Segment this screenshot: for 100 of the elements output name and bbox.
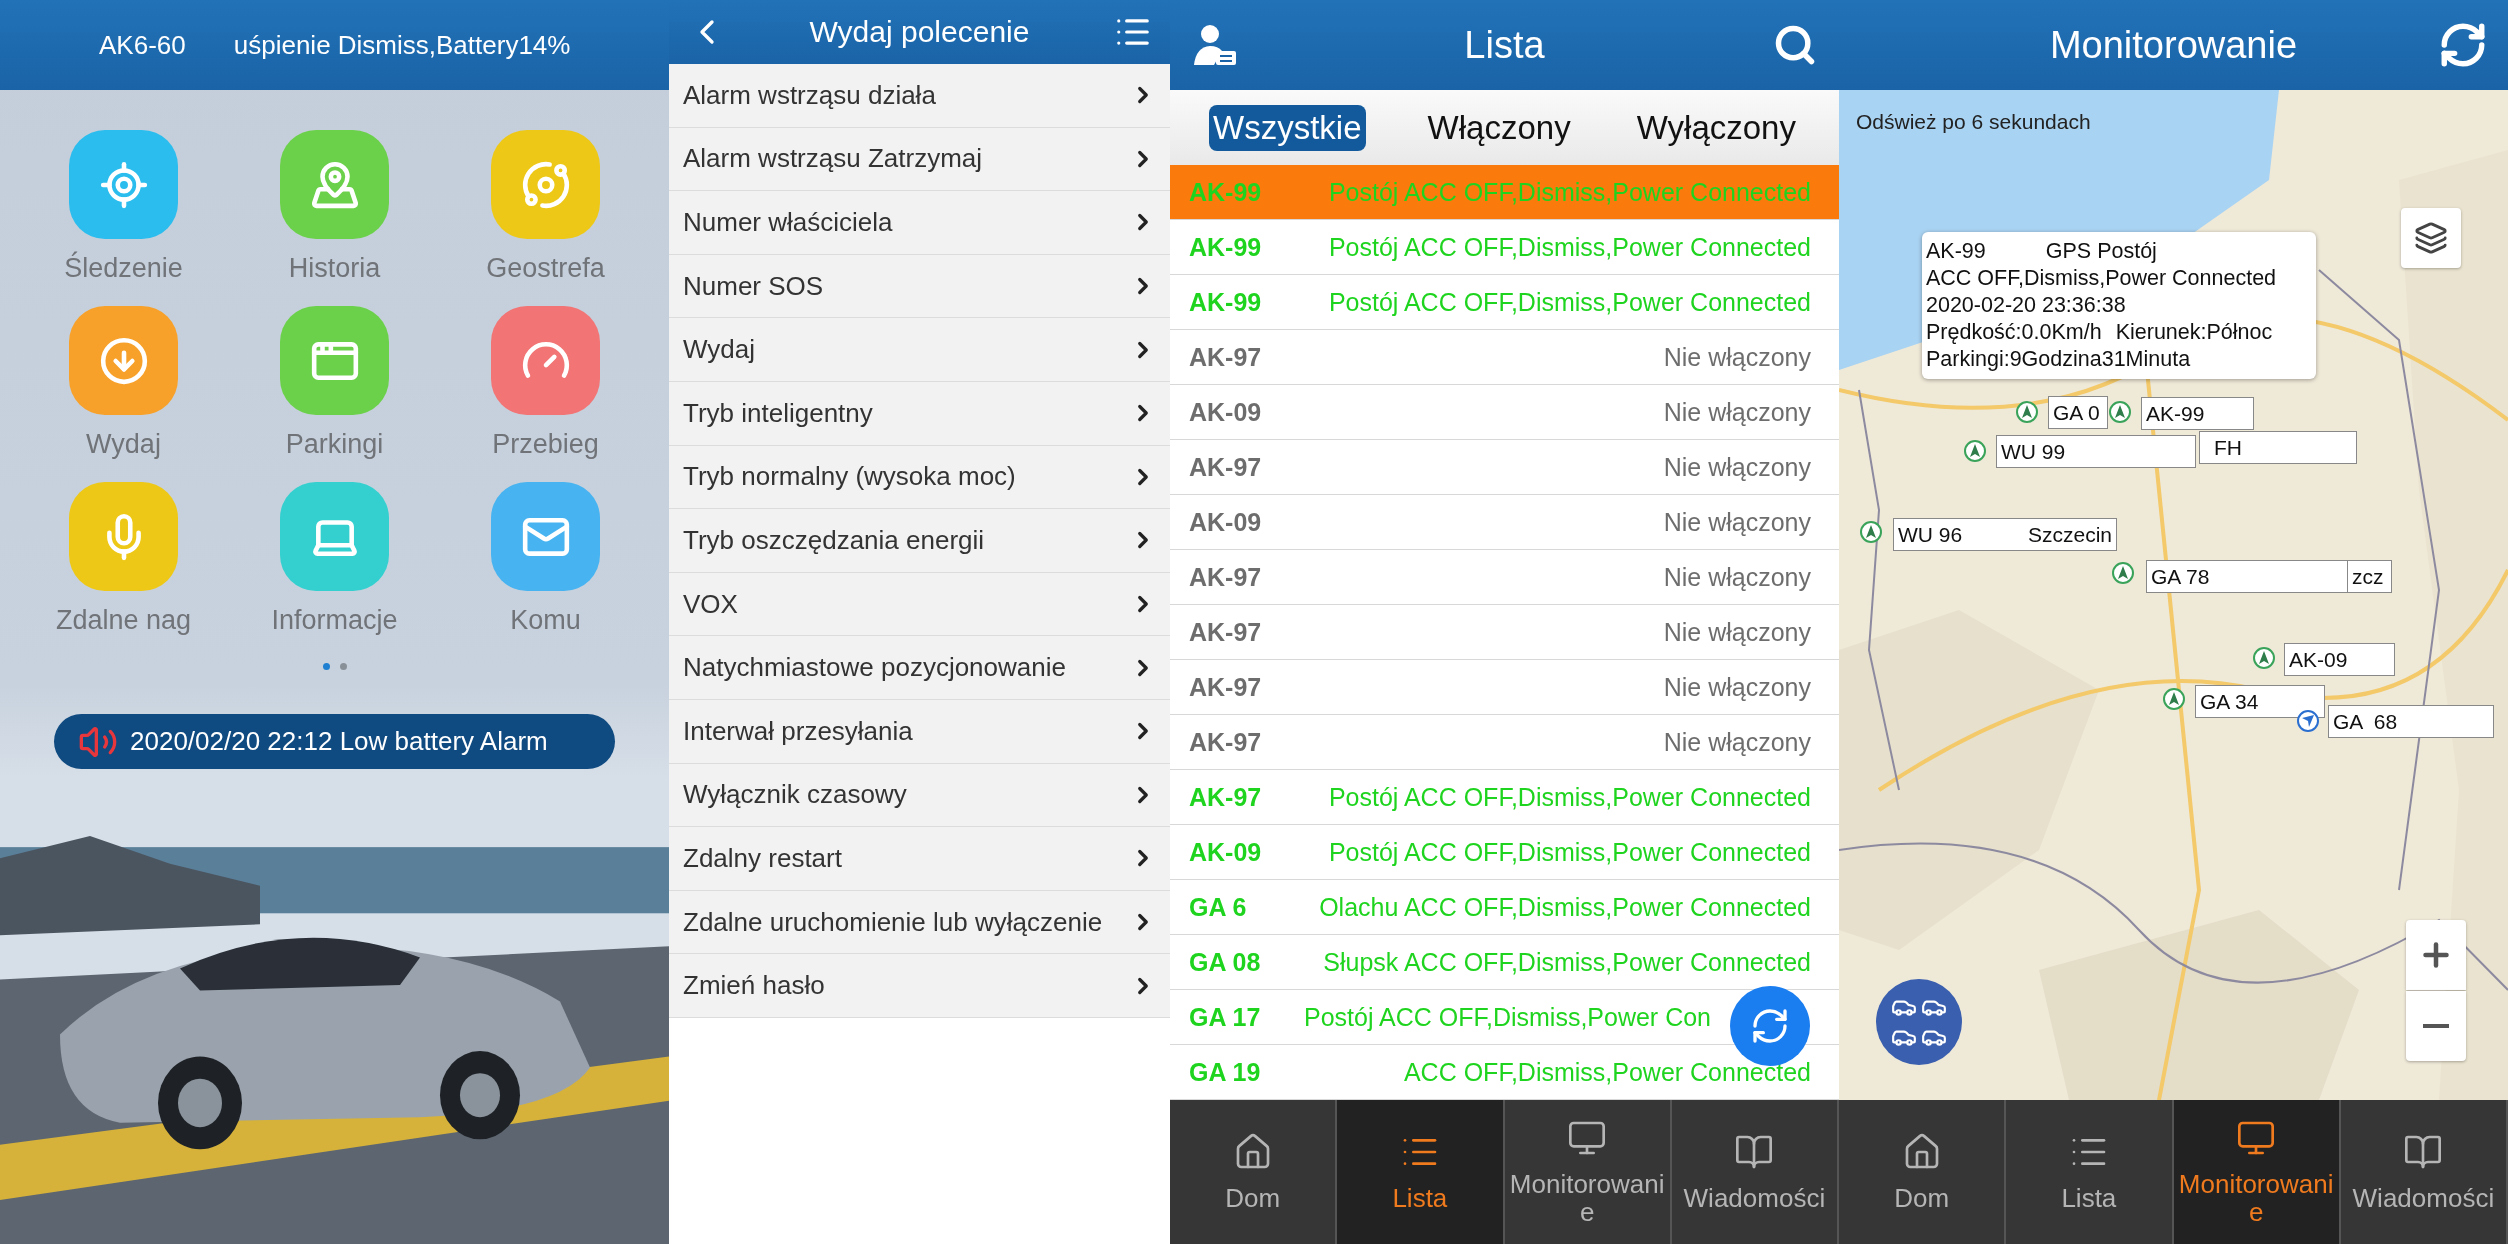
info-text: 2020-02-20 23:36:38 bbox=[1926, 292, 2126, 319]
command-item[interactable]: Tryb oszczędzania energii bbox=[669, 509, 1170, 573]
device-status: Nie włączony bbox=[1663, 562, 1811, 592]
device-name: AK-09 bbox=[1189, 507, 1262, 537]
plate-text: FH bbox=[2214, 435, 2242, 460]
filter-tab[interactable]: Wyłączony bbox=[1632, 104, 1800, 151]
vehicle-label[interactable]: GA 0 bbox=[2048, 396, 2108, 429]
plate-text: AK-09 bbox=[2289, 647, 2348, 672]
device-name: AK-97 bbox=[1189, 727, 1262, 757]
filter-tab[interactable]: Włączony bbox=[1423, 104, 1575, 151]
alert-banner[interactable]: 2020/02/20 22:12 Low battery Alarm bbox=[54, 714, 615, 769]
app-label: Wydaj bbox=[86, 428, 161, 461]
filter-tab[interactable]: Wszystkie bbox=[1209, 104, 1366, 151]
vehicle-label[interactable]: zcz bbox=[2347, 560, 2392, 593]
place-text: Szczecin bbox=[2027, 522, 2112, 547]
device-name: AK-97 bbox=[1189, 342, 1262, 372]
device-status: Słupsk ACC OFF,Dismiss,Power Connected bbox=[1323, 947, 1811, 977]
page-dot[interactable] bbox=[322, 663, 330, 670]
command-item[interactable]: Tryb inteligentny bbox=[669, 381, 1170, 446]
app-tile[interactable] bbox=[280, 482, 389, 591]
plate-text: GA 34 bbox=[2200, 689, 2259, 714]
app-tile[interactable] bbox=[280, 130, 389, 239]
device-status: Postój ACC OFF,Dismiss,Power Connected bbox=[1328, 177, 1811, 207]
plate-text: AK-99 bbox=[2146, 401, 2205, 426]
command-item[interactable]: Tryb normalny (wysoka moc) bbox=[669, 445, 1170, 510]
command-item[interactable]: Interwał przesyłania bbox=[669, 699, 1170, 764]
info-text: AK-99 bbox=[1926, 238, 1986, 265]
vehicle-label[interactable]: WU 99 bbox=[1996, 435, 2196, 468]
app-label: Przebieg bbox=[492, 428, 599, 461]
command-item[interactable]: Numer właściciela bbox=[669, 191, 1170, 255]
command-item[interactable]: Wyłącznik czasowy bbox=[669, 763, 1170, 828]
app-tile[interactable] bbox=[69, 306, 178, 415]
device-status: Postój ACC OFF,Dismiss,Power Connected bbox=[1328, 232, 1811, 262]
device-status: Nie włączony bbox=[1663, 452, 1811, 482]
device-name: AK6-60 bbox=[99, 29, 186, 61]
layers-button[interactable] bbox=[2401, 208, 2461, 268]
command-item[interactable]: VOX bbox=[669, 572, 1170, 637]
minus-icon bbox=[2423, 1024, 2449, 1028]
device-name: AK-99 bbox=[1189, 177, 1262, 207]
device-status: Nie włączony bbox=[1663, 727, 1811, 757]
info-text: Kierunek:Północ bbox=[2115, 319, 2273, 346]
app-tile[interactable] bbox=[69, 130, 178, 239]
app-tile[interactable] bbox=[491, 130, 600, 239]
app-label: Zdalne nag bbox=[55, 604, 192, 637]
device-name: AK-99 bbox=[1189, 232, 1262, 262]
page-dot[interactable] bbox=[339, 663, 347, 670]
screen-title: Wydaj polecenie bbox=[809, 15, 1030, 49]
info-text: Parkingi:9Godzina31Minuta bbox=[1926, 346, 2191, 373]
plate-text: GA 68 bbox=[2333, 709, 2398, 734]
plate-text: WU 99 bbox=[2001, 439, 2066, 464]
device-name: AK-09 bbox=[1189, 397, 1262, 427]
vehicle-label[interactable]: AK-99 bbox=[2141, 397, 2254, 430]
refresh-icon bbox=[1750, 1006, 1790, 1046]
vehicle-label[interactable]: GA 78 bbox=[2146, 560, 2348, 593]
screen-title: Monitorowanie bbox=[2049, 23, 2298, 67]
device-name: GA 08 bbox=[1189, 947, 1261, 977]
app-tile[interactable] bbox=[491, 482, 600, 591]
screen-title: Lista bbox=[1464, 23, 1545, 67]
info-text: ACC OFF,Dismiss,Power Connected bbox=[1926, 265, 2277, 292]
download-icon bbox=[98, 335, 149, 386]
device-name: AK-99 bbox=[1189, 287, 1262, 317]
device-name: AK-97 bbox=[1189, 562, 1262, 592]
nav-tab[interactable]: Monitorowanie bbox=[2173, 1100, 2341, 1244]
device-name: AK-97 bbox=[1189, 617, 1262, 647]
vehicle-label[interactable]: WU 96 Szczecin bbox=[1893, 518, 2117, 551]
device-status: Nie włączony bbox=[1663, 397, 1811, 427]
layers-icon bbox=[2414, 221, 2448, 255]
command-item[interactable]: Zmień hasło bbox=[669, 954, 1170, 1018]
command-item[interactable]: Numer SOS bbox=[669, 254, 1170, 319]
command-item[interactable]: Wydaj bbox=[669, 318, 1170, 382]
app-tile[interactable] bbox=[69, 482, 178, 591]
device-name: GA 19 bbox=[1189, 1057, 1261, 1087]
app-tile[interactable] bbox=[491, 306, 600, 415]
device-status: Postój ACC OFF,Dismiss,Power Connected bbox=[1328, 837, 1811, 867]
nav-tab[interactable]: Lista bbox=[1337, 1100, 1505, 1244]
command-item[interactable]: Alarm wstrząsu Zatrzymaj bbox=[669, 127, 1170, 192]
plate-text: GA 78 bbox=[2151, 564, 2210, 589]
command-item[interactable]: Alarm wstrząsu działa bbox=[669, 64, 1170, 128]
alert-text: 2020/02/20 22:12 Low battery Alarm bbox=[130, 726, 548, 757]
command-item[interactable]: Natychmiastowe pozycjonowanie bbox=[669, 636, 1170, 700]
zoom-out-button[interactable] bbox=[2406, 991, 2466, 1061]
vehicle-label[interactable]: AK-09 bbox=[2284, 643, 2395, 676]
app-label: Geostrefa bbox=[486, 252, 605, 285]
device-status: Nie włączony bbox=[1663, 342, 1811, 372]
refresh-note: Odśwież po 6 sekundach bbox=[1856, 110, 2091, 134]
target-icon bbox=[98, 159, 149, 210]
app-tile[interactable] bbox=[280, 306, 389, 415]
vehicle-label[interactable]: GA 68 bbox=[2328, 705, 2494, 738]
plate-text: GA 0 bbox=[2053, 400, 2100, 425]
command-item[interactable]: Zdalne uruchomienie lub wyłączenie bbox=[669, 890, 1170, 955]
search-icon[interactable] bbox=[1773, 23, 1817, 67]
device-status: Nie włączony bbox=[1663, 672, 1811, 702]
command-item[interactable]: Zdalny restart bbox=[669, 827, 1170, 891]
zoom-in-button[interactable] bbox=[2406, 920, 2466, 990]
device-name: AK-97 bbox=[1189, 782, 1262, 812]
vehicle-label[interactable]: FH bbox=[2199, 431, 2357, 464]
device-name: AK-97 bbox=[1189, 672, 1262, 702]
app-label: Śledzenie bbox=[64, 251, 183, 285]
vehicle-label[interactable]: GA 34 bbox=[2195, 685, 2325, 718]
device-status: Postój ACC OFF,Dismiss,Power Con bbox=[1303, 1002, 1711, 1032]
